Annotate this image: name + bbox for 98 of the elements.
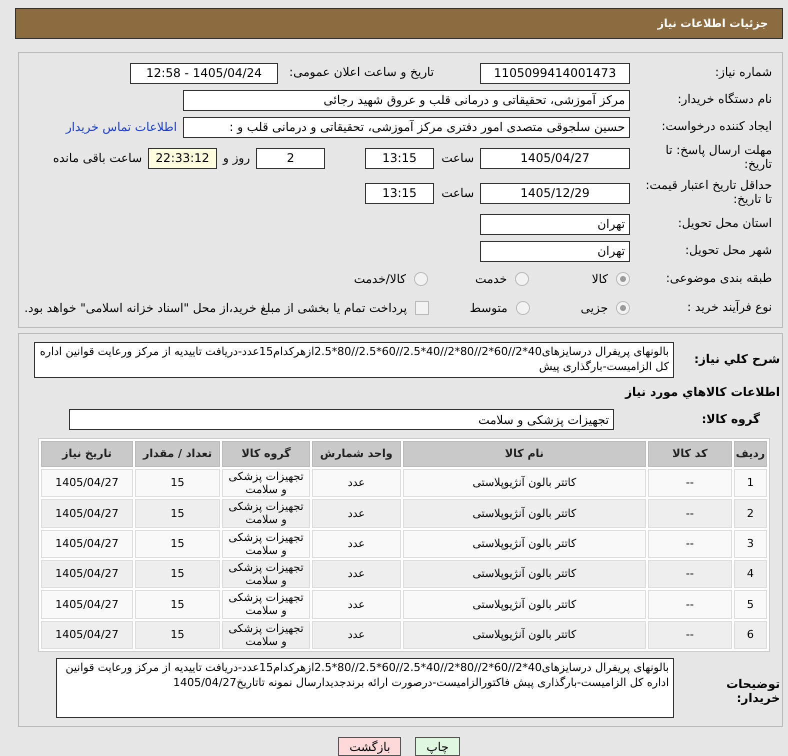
field-label: گروه کالا: xyxy=(700,412,761,427)
days-field[interactable]: 2 xyxy=(256,148,325,169)
section-title: اطلاعات كالاهاي مورد نياز xyxy=(624,386,780,400)
column-header: تاریخ نیاز xyxy=(41,440,133,467)
table-cell: 15 xyxy=(134,499,220,528)
table-cell: کاتتر بالون آنژیوپلاستی xyxy=(402,590,646,619)
column-header: تعداد / مقدار xyxy=(134,440,220,467)
table-cell: تجهیزات پزشکی و سلامت xyxy=(222,560,310,588)
table-cell: عدد xyxy=(312,530,401,558)
days-label: روز و xyxy=(223,151,250,166)
radio-label: متوسط xyxy=(470,301,508,316)
buyer-notes-field[interactable]: بالونهای پریفرال درسایزهای40*2//60*2//80*2//40*2.5//60*2.5//80*2.5ازهرکدام15عدد-دریافت تاییدیه از مرکز ورعایت قوانین اداره کل الزامیست-بارگذاری پیش فاکتورالزامیست-درصورت ارائه برندجدیدارسال نمونه تاتاریخ1405/04/27 xyxy=(56,658,674,718)
field-label: ایجاد کننده درخواست: xyxy=(660,120,772,134)
table-cell: 15 xyxy=(134,468,220,498)
field-label: توضیحات خریدار: xyxy=(725,676,780,706)
table-cell: 5 xyxy=(734,590,767,619)
table-cell: 6 xyxy=(734,620,767,649)
table-cell: 1405/04/27 xyxy=(41,590,133,619)
field-label: طبقه بندی موضوعی: xyxy=(664,272,772,286)
table-cell: عدد xyxy=(312,499,401,528)
table-cell: عدد xyxy=(312,590,401,619)
radio-button[interactable] xyxy=(515,272,529,286)
table-cell: -- xyxy=(648,530,732,558)
table-cell: عدد xyxy=(312,468,401,498)
table-cell: -- xyxy=(648,468,732,498)
radio-button[interactable] xyxy=(516,301,530,316)
table-cell: کاتتر بالون آنژیوپلاستی xyxy=(402,530,646,558)
column-header: نام کالا xyxy=(402,440,646,467)
field-label: شرح كلي نياز: xyxy=(693,353,780,367)
remaining-label: ساعت باقی مانده xyxy=(52,151,142,166)
print-button[interactable]: چاپ xyxy=(415,737,460,756)
date-field[interactable]: 1405/12/29 xyxy=(480,182,630,204)
description-field[interactable]: بالونهای پریفرال درسایزهای40*2//60*2//80*2//40*2.5//60*2.5//80*2.5ازهرکدام15عدد-دریافت تاییدیه از مرکز ورعایت قوانین اداره کل الزامیست-بارگذاری پیش xyxy=(34,342,674,378)
table-cell: 1405/04/27 xyxy=(41,499,133,528)
table-cell: -- xyxy=(648,590,732,619)
time-field[interactable]: 13:15 xyxy=(365,182,434,204)
contact-link[interactable]: اطلاعات تماس خریدار xyxy=(66,120,177,134)
table-cell: تجهیزات پزشکی و سلامت xyxy=(222,499,310,528)
table-cell: 15 xyxy=(134,530,220,558)
buyer-field[interactable]: مرکز آموزشی، تحقیقاتی و درمانی قلب و عروق شهید رجائی xyxy=(183,90,630,111)
table-cell: 1405/04/27 xyxy=(41,560,133,588)
province-field[interactable]: تهران xyxy=(480,214,630,235)
field-label: تاریخ و ساعت اعلان عمومی: xyxy=(288,66,434,80)
table-cell: 1405/04/27 xyxy=(41,620,133,649)
table-cell: عدد xyxy=(312,560,401,588)
field-label: شهر محل تحویل: xyxy=(684,244,772,258)
table-cell: 15 xyxy=(134,620,220,649)
city-field[interactable]: تهران xyxy=(480,240,630,262)
creator-field[interactable]: حسین سلجوقی متصدی امور دفتری مرکز آموزشی، تحقیقاتی و درمانی قلب و : xyxy=(183,116,630,138)
radio-label: کالا/خدمت xyxy=(354,272,406,286)
table-cell: تجهیزات پزشکی و سلامت xyxy=(222,590,310,619)
column-header: واحد شمارش xyxy=(312,440,401,467)
table-cell: 1 xyxy=(734,468,767,498)
radio-button[interactable] xyxy=(616,272,630,286)
column-header: گروه کالا xyxy=(222,440,310,467)
table-cell: تجهیزات پزشکی و سلامت xyxy=(222,620,310,649)
time-label: ساعت xyxy=(440,151,474,166)
field-label: شماره نیاز: xyxy=(714,66,772,80)
remaining-time-field[interactable]: 22:33:12 xyxy=(148,148,217,169)
table-cell: 2 xyxy=(734,499,767,528)
announce-date-field[interactable]: 1405/04/24 - 12:58 xyxy=(130,62,278,84)
goods-group-field[interactable]: تجهیزات پزشکی و سلامت xyxy=(69,409,614,430)
checkbox-label: پرداخت تمام یا بخشی از مبلغ خرید،از محل "اسناد خزانه اسلامی" خواهد بود. xyxy=(24,301,407,316)
checkbox[interactable] xyxy=(415,301,429,316)
field-label: مهلت ارسال پاسخ: تا تاریخ: xyxy=(664,144,772,172)
column-header: ردیف xyxy=(734,440,767,467)
table-cell: کاتتر بالون آنژیوپلاستی xyxy=(402,499,646,528)
table-cell: -- xyxy=(648,499,732,528)
table-cell: تجهیزات پزشکی و سلامت xyxy=(222,468,310,498)
radio-button[interactable] xyxy=(616,301,630,316)
time-label: ساعت xyxy=(440,186,474,200)
radio-label: جزیی xyxy=(580,301,608,316)
table-cell: 1405/04/27 xyxy=(41,530,133,558)
table-cell: -- xyxy=(648,620,732,649)
table-cell: عدد xyxy=(312,620,401,649)
back-button[interactable]: بازگشت xyxy=(338,737,402,756)
need-number-field[interactable]: 1105099414001473 xyxy=(480,62,630,84)
table-cell: کاتتر بالون آنژیوپلاستی xyxy=(402,620,646,649)
field-label: نام دستگاه خریدار: xyxy=(676,93,772,107)
table-cell: 3 xyxy=(734,530,767,558)
column-header: کد کالا xyxy=(648,440,732,467)
table-cell: تجهیزات پزشکی و سلامت xyxy=(222,530,310,558)
table-cell: 4 xyxy=(734,560,767,588)
time-field[interactable]: 13:15 xyxy=(365,148,434,169)
table-cell: کاتتر بالون آنژیوپلاستی xyxy=(402,468,646,498)
date-field[interactable]: 1405/04/27 xyxy=(480,148,630,169)
page-title: جزئیات اطلاعات نیاز xyxy=(658,17,768,30)
radio-button[interactable] xyxy=(414,272,428,286)
radio-label: کالا xyxy=(592,272,608,286)
field-label: استان محل تحویل: xyxy=(676,217,772,231)
radio-label: خدمت xyxy=(475,272,507,286)
field-label: نوع فرآیند خرید : xyxy=(686,301,772,315)
table-cell: 15 xyxy=(134,560,220,588)
field-label: حداقل تاریخ اعتبار قیمت: تا تاریخ: xyxy=(644,179,772,207)
table-cell: -- xyxy=(648,560,732,588)
table-cell: 1405/04/27 xyxy=(41,468,133,498)
table-cell: کاتتر بالون آنژیوپلاستی xyxy=(402,560,646,588)
table-cell: 15 xyxy=(134,590,220,619)
